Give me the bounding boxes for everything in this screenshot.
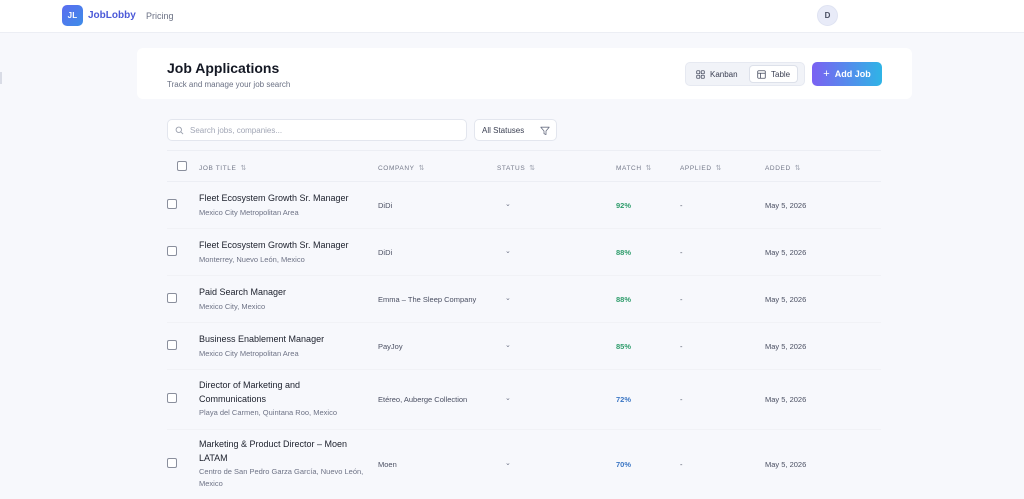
column-header-added[interactable]: ADDED ⇅ xyxy=(765,164,801,172)
added-date: May 5, 2026 xyxy=(765,395,807,404)
job-location: Mexico City, Mexico xyxy=(199,302,266,311)
row-checkbox[interactable] xyxy=(167,340,177,350)
table-row[interactable]: Fleet Ecosystem Growth Sr. Manager Mexic… xyxy=(167,182,881,229)
view-toggle: Kanban Table xyxy=(685,62,805,86)
kanban-view-button[interactable]: Kanban xyxy=(689,65,745,83)
nav-link-pricing[interactable]: Pricing xyxy=(146,11,174,21)
search-icon xyxy=(175,126,184,135)
table-row[interactable]: Fleet Ecosystem Growth Sr. Manager Monte… xyxy=(167,229,881,276)
sort-icon: ⇅ xyxy=(240,165,247,172)
company-name: Moen xyxy=(378,460,397,469)
applied-date: - xyxy=(680,342,683,351)
status-filter-label: All Statuses xyxy=(482,125,525,135)
table-header: JOB TITLE ⇅ COMPANY ⇅ STATUS ⇅ MATCH ⇅ APPLI… xyxy=(167,150,881,182)
table-row[interactable]: Marketing & Product Director – Moen LATA… xyxy=(167,430,881,499)
company-name: PayJoy xyxy=(378,342,403,351)
row-checkbox[interactable] xyxy=(167,199,177,209)
job-title[interactable]: Fleet Ecosystem Growth Sr. Manager xyxy=(199,191,369,205)
top-nav: JL JobLobby Pricing D xyxy=(0,0,1024,33)
row-checkbox[interactable] xyxy=(167,458,177,468)
page-subtitle: Track and manage your job search xyxy=(167,80,291,89)
match-score: 70% xyxy=(616,460,632,469)
status-dropdown[interactable]: ⌄ xyxy=(505,341,511,349)
search-box xyxy=(167,119,467,141)
job-title[interactable]: Fleet Ecosystem Growth Sr. Manager xyxy=(199,238,369,252)
brand-name[interactable]: JobLobby xyxy=(88,10,136,21)
table-row[interactable]: Director of Marketing and Communications… xyxy=(167,370,881,430)
job-title[interactable]: Director of Marketing and Communications xyxy=(199,378,369,406)
added-date: May 5, 2026 xyxy=(765,201,807,210)
add-job-button[interactable]: + Add Job xyxy=(812,62,882,86)
job-location: Mexico City Metropolitan Area xyxy=(199,349,299,358)
added-date: May 5, 2026 xyxy=(765,248,807,257)
company-name: DiDi xyxy=(378,248,393,257)
company-name: DiDi xyxy=(378,201,393,210)
column-header-applied[interactable]: APPLIED ⇅ xyxy=(680,164,722,172)
job-location: Mexico City Metropolitan Area xyxy=(199,208,299,217)
row-checkbox[interactable] xyxy=(167,393,177,403)
applied-date: - xyxy=(680,201,683,210)
match-score: 85% xyxy=(616,342,632,351)
job-location: Playa del Carmen, Quintana Roo, Mexico xyxy=(199,408,337,417)
applied-date: - xyxy=(680,295,683,304)
job-location: Monterrey, Nuevo León, Mexico xyxy=(199,255,305,264)
table-row[interactable]: Business Enablement Manager Mexico City … xyxy=(167,323,881,370)
status-dropdown[interactable]: ⌄ xyxy=(505,294,511,302)
applied-date: - xyxy=(680,248,683,257)
plus-icon: + xyxy=(823,67,830,80)
row-checkbox[interactable] xyxy=(167,293,177,303)
logo-icon[interactable]: JL xyxy=(62,5,83,26)
job-location: Centro de San Pedro Garza García, Nuevo … xyxy=(199,467,364,488)
match-score: 72% xyxy=(616,395,632,404)
applications-table: JOB TITLE ⇅ COMPANY ⇅ STATUS ⇅ MATCH ⇅ APPLI… xyxy=(167,150,881,499)
job-title[interactable]: Business Enablement Manager xyxy=(199,332,369,346)
sort-icon: ⇅ xyxy=(715,165,723,172)
avatar[interactable]: D xyxy=(817,5,838,26)
company-name: Etéreo, Auberge Collection xyxy=(378,395,468,404)
status-dropdown[interactable]: ⌄ xyxy=(505,200,511,208)
sort-icon: ⇅ xyxy=(794,165,802,172)
page-title: Job Applications xyxy=(167,60,280,76)
status-dropdown[interactable]: ⌄ xyxy=(505,247,511,255)
header-card: Job Applications Track and manage your j… xyxy=(137,48,912,99)
sort-icon: ⇅ xyxy=(418,165,426,172)
grid-icon xyxy=(696,69,705,79)
status-dropdown[interactable]: ⌄ xyxy=(505,459,511,467)
applied-date: - xyxy=(680,395,683,404)
match-score: 92% xyxy=(616,201,632,210)
added-date: May 5, 2026 xyxy=(765,342,807,351)
table-view-button[interactable]: Table xyxy=(749,65,799,83)
job-title[interactable]: Paid Search Manager xyxy=(199,285,369,299)
table-label: Table xyxy=(771,69,791,79)
applied-date: - xyxy=(680,460,683,469)
column-header-status[interactable]: STATUS ⇅ xyxy=(497,164,536,172)
table-row[interactable]: Paid Search Manager Mexico City, Mexico … xyxy=(167,276,881,323)
sort-icon: ⇅ xyxy=(529,165,536,172)
left-edge-handle xyxy=(0,72,2,84)
company-name: Emma – The Sleep Company xyxy=(378,295,477,304)
row-checkbox[interactable] xyxy=(167,246,177,256)
added-date: May 5, 2026 xyxy=(765,460,807,469)
column-header-match[interactable]: MATCH ⇅ xyxy=(616,164,652,172)
match-score: 88% xyxy=(616,295,632,304)
kanban-label: Kanban xyxy=(710,69,738,79)
status-dropdown[interactable]: ⌄ xyxy=(505,394,511,402)
added-date: May 5, 2026 xyxy=(765,295,807,304)
job-title[interactable]: Marketing & Product Director – Moen LATA… xyxy=(199,437,369,465)
column-header-job-title[interactable]: JOB TITLE ⇅ xyxy=(199,164,247,172)
add-job-label: Add Job xyxy=(834,69,871,79)
sort-icon: ⇅ xyxy=(645,165,653,172)
table-icon xyxy=(757,69,766,79)
column-header-company[interactable]: COMPANY ⇅ xyxy=(378,164,425,172)
status-filter-select[interactable]: All Statuses xyxy=(474,119,557,141)
search-input[interactable] xyxy=(190,123,460,137)
match-score: 88% xyxy=(616,248,632,257)
filter-icon xyxy=(540,126,550,135)
select-all-checkbox[interactable] xyxy=(177,161,187,171)
